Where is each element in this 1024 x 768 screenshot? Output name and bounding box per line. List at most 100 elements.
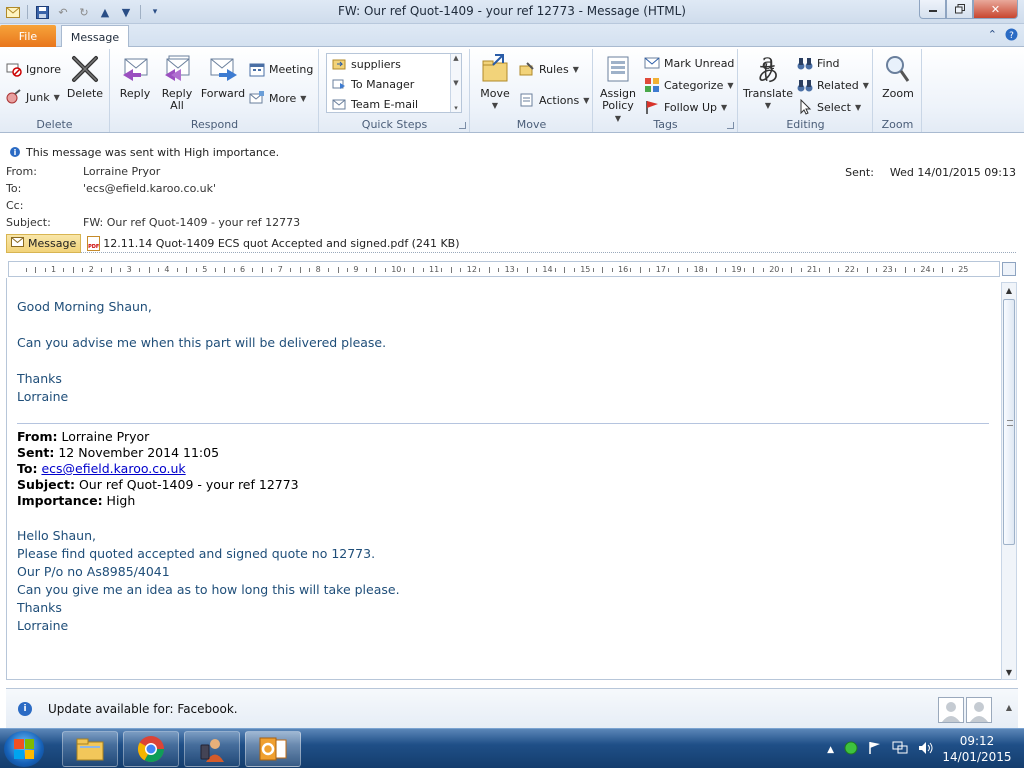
junk-button[interactable]: Junk ▼ <box>6 89 60 105</box>
to-value[interactable]: 'ecs@efield.karoo.co.uk' <box>83 182 216 195</box>
related-label: Related <box>817 78 859 92</box>
group-label-move: Move <box>516 118 547 131</box>
rules-button[interactable]: Rules ▼ <box>519 61 579 77</box>
ruler-mark <box>35 267 37 273</box>
ruler-mark <box>299 267 301 273</box>
ruler-mark <box>214 268 216 272</box>
ruler-mark <box>271 268 273 272</box>
ruler-mark <box>857 268 859 272</box>
dialog-launcher-icon[interactable] <box>459 122 466 129</box>
quoted-thanks: Thanks <box>17 600 62 615</box>
taskbar-outlook[interactable] <box>245 731 301 767</box>
categorize-icon <box>644 77 660 93</box>
ruler-mark <box>328 268 330 272</box>
restore-button[interactable] <box>946 0 973 19</box>
group-label-delete: Delete <box>36 118 73 131</box>
ruler-number: 11 <box>429 265 440 274</box>
reply-all-icon <box>161 53 193 85</box>
taskbar-chrome[interactable] <box>123 731 179 767</box>
ruler-mark <box>819 268 821 272</box>
taskbar: ▲ 09:12 14/01/2015 <box>0 728 1024 768</box>
ignore-button[interactable]: Ignore <box>6 61 61 77</box>
show-hidden-icons-icon[interactable]: ▲ <box>827 745 834 755</box>
ruler-number: 10 <box>391 265 402 274</box>
assign-policy-icon <box>602 53 634 85</box>
group-label-quick-steps: Quick Steps <box>361 118 428 131</box>
fw-to-link[interactable]: ecs@efield.karoo.co.uk <box>41 461 185 476</box>
quick-step-to-manager[interactable]: To Manager <box>327 74 461 94</box>
vertical-scrollbar[interactable]: ▲ ▼ <box>1001 282 1017 680</box>
ruler-mark <box>535 268 537 272</box>
zoom-group: Zoom Zoom <box>874 49 922 132</box>
start-button[interactable] <box>4 731 44 767</box>
categorize-button[interactable]: Categorize ▼ <box>644 77 734 93</box>
taskbar-phone-app[interactable] <box>184 731 240 767</box>
from-value[interactable]: Lorraine Pryor <box>83 165 160 178</box>
group-label-editing: Editing <box>786 118 825 131</box>
reply-all-button[interactable]: Reply All <box>159 53 195 112</box>
minimize-ribbon-icon[interactable]: ⌃ <box>988 28 997 44</box>
folder-icon <box>76 738 104 761</box>
message-body-button[interactable]: Message <box>6 233 82 253</box>
ruler-number: 8 <box>315 265 321 274</box>
expand-people-pane-icon[interactable]: ▲ <box>1006 703 1012 712</box>
ruler-mark <box>564 267 566 273</box>
more-label: More <box>269 91 297 105</box>
tab-file[interactable]: File <box>0 25 56 47</box>
avatar[interactable] <box>938 697 964 723</box>
translate-button[interactable]: aあ Translate ▼ <box>742 52 794 112</box>
fw-subject-row: Subject: Our ref Quot-1409 - your ref 12… <box>17 477 299 492</box>
select-button[interactable]: Select ▼ <box>797 99 861 115</box>
tab-message[interactable]: Message <box>61 25 129 48</box>
scroll-thumb[interactable] <box>1003 299 1015 545</box>
dialog-launcher-icon[interactable] <box>727 122 734 129</box>
meeting-button[interactable]: Meeting <box>249 61 313 77</box>
taskbar-explorer[interactable] <box>62 731 118 767</box>
zoom-button[interactable]: Zoom <box>878 53 918 100</box>
ruler-mark <box>791 267 793 273</box>
related-button[interactable]: Related ▼ <box>797 77 869 93</box>
mark-unread-button[interactable]: Mark Unread <box>644 55 734 71</box>
quick-step-team-email[interactable]: Team E-mail <box>327 94 461 114</box>
delete-button[interactable]: Delete <box>66 53 104 100</box>
forward-button[interactable]: Forward <box>201 53 245 100</box>
quick-step-suppliers[interactable]: suppliers <box>327 54 461 74</box>
more-respond-button[interactable]: More ▼ <box>249 90 306 106</box>
ruler-mark <box>224 267 226 273</box>
status-green-icon[interactable] <box>844 741 858 758</box>
translate-label: Translate <box>743 87 793 100</box>
ruler-mark <box>44 268 46 272</box>
minimize-button[interactable] <box>919 0 946 19</box>
move-button[interactable]: Move ▼ <box>477 53 513 112</box>
find-button[interactable]: Find <box>797 55 840 71</box>
update-notice[interactable]: Update available for: Facebook. <box>48 702 238 716</box>
expand-gallery-icon[interactable]: ▾ <box>454 104 458 112</box>
volume-icon[interactable] <box>918 741 934 758</box>
more-icon <box>249 90 265 106</box>
ruler-toggle-icon[interactable] <box>1002 262 1016 276</box>
pdf-attachment[interactable]: PDF 12.11.14 Quot-1409 ECS quot Accepted… <box>87 235 460 251</box>
scroll-up-icon[interactable]: ▲ <box>453 54 458 62</box>
actions-button[interactable]: Actions ▼ <box>519 92 589 108</box>
ruler-number: 12 <box>466 265 477 274</box>
ruler[interactable]: 1 2 3 4 5 6 7 8 9 10 11 12 13 14 15 16 17 18 19 20 21 22 23 24 2… <box>8 261 1000 277</box>
scroll-down-icon[interactable]: ▼ <box>453 79 458 87</box>
help-icon[interactable]: ? <box>1005 28 1018 44</box>
chevron-down-icon: ▼ <box>491 101 499 110</box>
scroll-up-arrow-icon[interactable]: ▲ <box>1002 283 1016 297</box>
quick-steps-scroll[interactable]: ▲ ▼ ▾ <box>450 54 461 112</box>
ruler-mark <box>413 267 415 273</box>
network-icon[interactable] <box>892 741 908 758</box>
scroll-down-arrow-icon[interactable]: ▼ <box>1002 665 1016 679</box>
greeting: Good Morning Shaun, <box>17 299 152 314</box>
close-button[interactable]: ✕ <box>973 0 1018 19</box>
avatar[interactable] <box>966 697 992 723</box>
taskbar-clock[interactable]: 09:12 14/01/2015 <box>940 733 1014 765</box>
assign-policy-button[interactable]: Assign Policy ▼ <box>598 53 638 125</box>
follow-up-button[interactable]: Follow Up ▼ <box>644 99 727 115</box>
reply-button[interactable]: Reply <box>117 53 153 100</box>
group-label-tags: Tags <box>653 118 678 131</box>
action-center-flag-icon[interactable] <box>868 741 882 758</box>
fw-subject-label: Subject: <box>17 477 75 492</box>
chrome-icon <box>137 736 165 763</box>
